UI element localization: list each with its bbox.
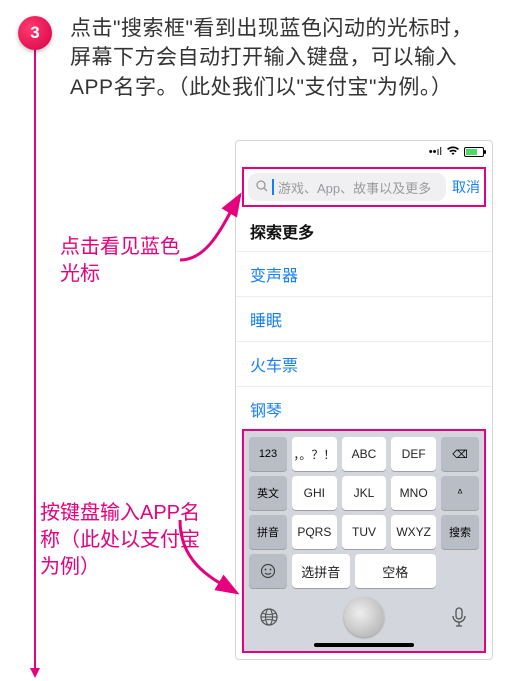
wifi-icon <box>446 146 460 159</box>
key-pqrs[interactable]: PQRS <box>292 515 337 549</box>
key-shift[interactable]: ᐞ <box>441 476 479 510</box>
mic-icon[interactable] <box>443 601 475 633</box>
step-badge: 3 <box>18 16 52 50</box>
dictation-button[interactable] <box>344 597 384 637</box>
battery-icon <box>464 147 484 157</box>
key-123[interactable]: 123 <box>249 437 287 471</box>
cancel-button[interactable]: 取消 <box>452 177 480 197</box>
search-placeholder: 游戏、App、故事以及更多 <box>278 178 431 197</box>
key-english[interactable]: 英文 <box>249 476 287 510</box>
step-vertical-line <box>34 48 36 668</box>
key-space[interactable]: 空格 <box>355 554 436 588</box>
suggestion-item[interactable]: 火车票 <box>236 341 492 386</box>
key-punct[interactable]: ，。？！ <box>292 437 337 471</box>
key-backspace[interactable]: ⌫ <box>441 437 479 471</box>
key-def[interactable]: DEF <box>391 437 436 471</box>
globe-icon[interactable] <box>253 601 285 633</box>
key-tuv[interactable]: TUV <box>342 515 387 549</box>
key-jkl[interactable]: JKL <box>342 476 387 510</box>
home-indicator <box>314 643 414 647</box>
suggestion-item[interactable]: 钢琴 <box>236 386 492 431</box>
key-search[interactable]: 搜索 <box>441 515 479 549</box>
key-ghi[interactable]: GHI <box>292 476 337 510</box>
key-mno[interactable]: MNO <box>391 476 436 510</box>
keyboard-highlight: 123 ，。？！ ABC DEF ⌫ 英文 GHI JKL MNO ᐞ 拼音 P… <box>242 429 486 653</box>
step-instruction: 点击"搜索框"看到出现蓝色闪动的光标时，屏幕下方会自动打开输入键盘，可以输入AP… <box>70 14 480 102</box>
status-bar: ••ıl <box>236 141 492 163</box>
signal-icon: ••ıl <box>429 146 442 158</box>
key-wxyz[interactable]: WXYZ <box>391 515 436 549</box>
key-abc[interactable]: ABC <box>342 437 387 471</box>
key-select-pinyin[interactable]: 选拼音 <box>292 554 350 588</box>
suggestion-item[interactable]: 睡眠 <box>236 296 492 341</box>
